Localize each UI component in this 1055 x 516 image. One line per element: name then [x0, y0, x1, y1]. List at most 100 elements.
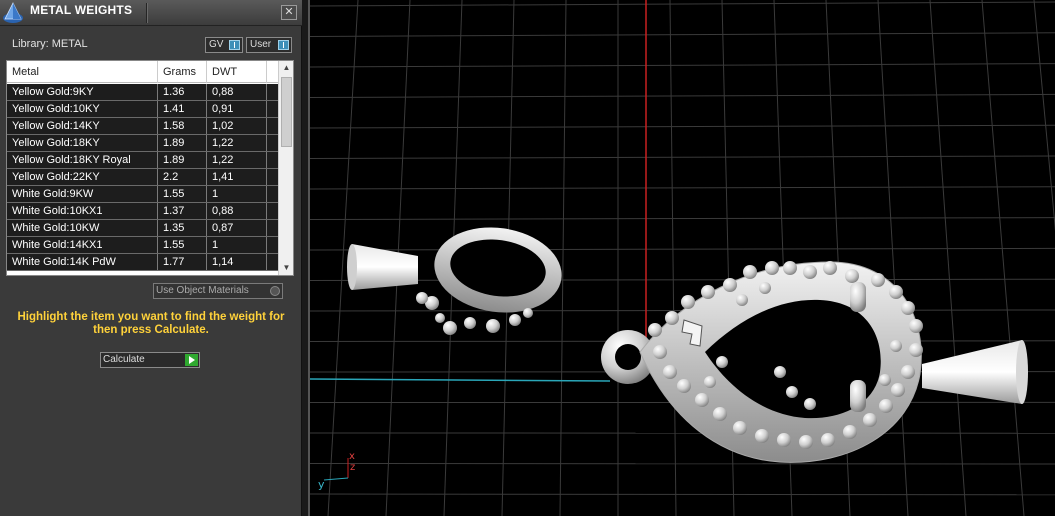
large-pendant-model[interactable]: [601, 261, 1028, 463]
dwt-cell: 0,87: [207, 220, 267, 236]
grid-line: [669, 0, 677, 516]
table-row[interactable]: White Gold:14KX1 1.55 1: [7, 237, 278, 254]
close-icon[interactable]: ✕: [281, 5, 297, 20]
grams-cell: 1.58: [158, 118, 207, 134]
column-header-dwt[interactable]: DWT: [207, 61, 267, 83]
use-object-materials-label: Use Object Materials: [156, 285, 249, 296]
radio-icon: [270, 286, 280, 296]
grid-line: [310, 32, 1055, 37]
grid-line: [310, 278, 1055, 281]
table-row[interactable]: Yellow Gold:18KY 1.89 1,22: [7, 135, 278, 152]
grams-cell: 1.77: [158, 254, 207, 270]
halo-bead: [889, 285, 903, 299]
small-pendant-model[interactable]: [347, 220, 567, 335]
metal-cell: Yellow Gold:18KY Royal: [7, 152, 158, 168]
halo-bead: [890, 340, 902, 352]
dwt-cell: 1: [207, 186, 267, 202]
halo-bead: [681, 295, 695, 309]
chevron-down-icon[interactable]: ▼: [279, 261, 293, 275]
grams-cell: 1.89: [158, 152, 207, 168]
dwt-cell: 0,88: [207, 84, 267, 100]
dwt-cell: 1,14: [207, 254, 267, 270]
grams-cell: 1.37: [158, 203, 207, 219]
table-row[interactable]: Yellow Gold:18KY Royal 1.89 1,22: [7, 152, 278, 169]
window-title: METAL WEIGHTS: [30, 3, 133, 17]
axis-gizmo: z x y: [318, 451, 355, 491]
table-row[interactable]: White Gold:10KW 1.35 0,87: [7, 220, 278, 237]
scroll-thumb[interactable]: [281, 77, 292, 147]
table-row[interactable]: White Gold:10KX1 1.37 0,88: [7, 203, 278, 220]
grams-cell: 1.36: [158, 84, 207, 100]
library-label: Library: METAL: [12, 38, 88, 50]
table-body: Yellow Gold:9KY 1.36 0,88 Yellow Gold:10KY 1…: [7, 84, 278, 271]
title-divider: [146, 3, 148, 23]
halo-bead: [774, 366, 786, 378]
3d-viewport[interactable]: z x y: [308, 0, 1055, 516]
grid-line: [310, 493, 1055, 496]
chevron-up-icon[interactable]: ▲: [279, 61, 293, 75]
halo-bead: [653, 345, 667, 359]
dwt-cell: 1,22: [207, 152, 267, 168]
grid-line: [310, 463, 1055, 465]
grams-cell: 1.55: [158, 186, 207, 202]
halo-bead: [704, 376, 716, 388]
grid-line: [877, 0, 909, 516]
table-header: Metal Grams DWT: [7, 61, 278, 83]
metal-weights-table: Metal Grams DWT Yellow Gold:9KY 1.36 0,88 Y…: [6, 60, 294, 276]
perspective-grid: [310, 0, 1055, 516]
column-header-metal[interactable]: Metal: [7, 61, 158, 83]
grams-cell: 1.89: [158, 135, 207, 151]
grams-cell: 1.55: [158, 237, 207, 253]
dwt-cell: 1: [207, 237, 267, 253]
grams-cell: 1.41: [158, 101, 207, 117]
table-row[interactable]: Yellow Gold:14KY 1.58 1,02: [7, 118, 278, 135]
halo-bead: [843, 425, 857, 439]
metal-cell: Yellow Gold:22KY: [7, 169, 158, 185]
halo-bead: [909, 319, 923, 333]
gv-library-button[interactable]: GV: [205, 37, 243, 53]
halo-bead: [803, 265, 817, 279]
row-spacer: [267, 135, 278, 151]
calculate-label: Calculate: [103, 354, 145, 365]
metal-cell: Yellow Gold:9KY: [7, 84, 158, 100]
metal-cell: White Gold:10KX1: [7, 203, 158, 219]
halo-bead: [736, 294, 748, 306]
dwt-cell: 0,88: [207, 203, 267, 219]
calculate-button[interactable]: Calculate: [100, 352, 200, 368]
title-bar[interactable]: METAL WEIGHTS ✕: [0, 0, 302, 26]
dwt-cell: 1,02: [207, 118, 267, 134]
halo-bead: [823, 261, 837, 275]
table-row[interactable]: White Gold:9KW 1.55 1: [7, 186, 278, 203]
axis-label-z: z: [350, 462, 355, 473]
dwt-cell: 1,41: [207, 169, 267, 185]
halo-bead: [648, 323, 662, 337]
axis-label-y: y: [318, 478, 325, 491]
metal-cell: White Gold:14K PdW: [7, 254, 158, 270]
table-row[interactable]: Yellow Gold:9KY 1.36 0,88: [7, 84, 278, 101]
table-row[interactable]: White Gold:14K PdW 1.77 1,14: [7, 254, 278, 271]
halo-bead: [765, 261, 779, 275]
row-spacer: [267, 152, 278, 168]
halo-bead: [677, 379, 691, 393]
user-library-button[interactable]: User: [246, 37, 292, 53]
halo-bead: [713, 407, 727, 421]
use-object-materials-button[interactable]: Use Object Materials: [153, 283, 283, 299]
column-header-grams[interactable]: Grams: [158, 61, 207, 83]
metal-cell: White Gold:9KW: [7, 186, 158, 202]
table-row[interactable]: Yellow Gold:10KY 1.41 0,91: [7, 101, 278, 118]
grid-line: [310, 217, 1055, 220]
viewport-scene[interactable]: z x y: [310, 0, 1055, 516]
halo-bead: [901, 365, 915, 379]
halo-bead: [695, 393, 709, 407]
axis-label-x: x: [349, 451, 355, 462]
metal-weights-panel: METAL WEIGHTS ✕ Library: METAL GV User M…: [0, 0, 302, 516]
row-spacer: [267, 84, 278, 100]
table-scrollbar[interactable]: ▲ ▼: [278, 61, 293, 275]
grid-line: [310, 1, 1055, 7]
play-icon: [185, 354, 198, 366]
dwt-cell: 0,91: [207, 101, 267, 117]
halo-bead: [786, 386, 798, 398]
halo-bead: [716, 356, 728, 368]
table-row[interactable]: Yellow Gold:22KY 2.2 1,41: [7, 169, 278, 186]
row-spacer: [267, 254, 278, 270]
